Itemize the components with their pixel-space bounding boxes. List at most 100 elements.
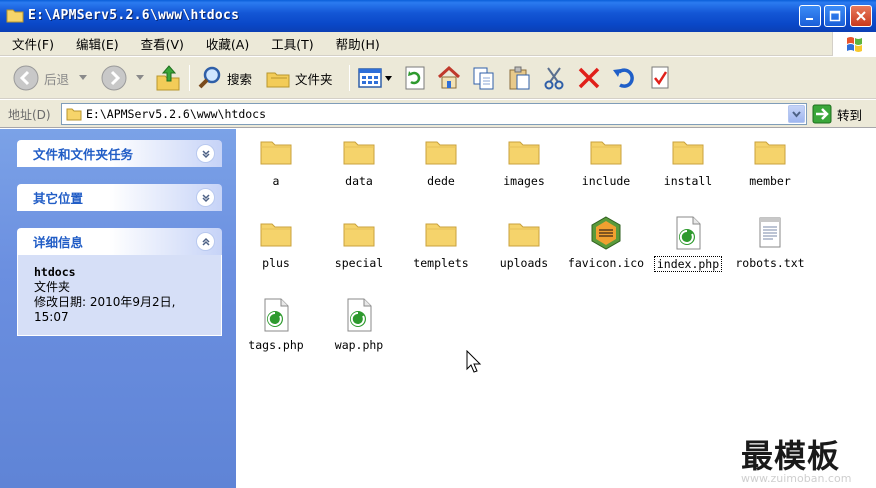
folder-icon	[343, 223, 375, 247]
file-item[interactable]: wap.php	[318, 297, 400, 352]
file-name: templets	[413, 256, 469, 270]
paste-icon	[509, 66, 530, 90]
php-file-icon	[676, 216, 701, 250]
php-file-icon	[347, 298, 372, 332]
file-item[interactable]: tags.php	[235, 297, 317, 352]
menu-file[interactable]: 文件(F)	[8, 32, 58, 55]
address-dropdown-button[interactable]	[788, 105, 805, 123]
details-body: htdocs 文件夹 修改日期: 2010年9月2日, 15:07	[17, 255, 222, 336]
panel-header[interactable]: 其它位置	[17, 184, 222, 211]
minimize-icon	[806, 18, 813, 20]
chevron-down-icon	[79, 75, 88, 80]
panel-title: 详细信息	[33, 235, 84, 250]
file-item[interactable]: install	[647, 133, 729, 188]
undo-icon	[613, 68, 634, 88]
maximize-icon	[829, 10, 841, 22]
task-pane: 文件和文件夹任务 其它位置 详细信息 htdocs 文件夹 修改日期: 2010…	[0, 129, 236, 488]
file-item[interactable]: index.php	[647, 215, 729, 272]
file-item[interactable]: dede	[400, 133, 482, 188]
file-item[interactable]: templets	[400, 215, 482, 270]
file-name: member	[749, 174, 791, 188]
up-folder-icon	[156, 65, 180, 91]
refresh-icon	[405, 66, 425, 90]
folder-icon	[508, 223, 540, 247]
file-name: favicon.ico	[567, 256, 645, 270]
address-input[interactable]: E:\APMServ5.2.6\www\htdocs	[61, 103, 807, 125]
forward-arrow-icon	[101, 65, 127, 91]
address-value: E:\APMServ5.2.6\www\htdocs	[86, 107, 267, 121]
panel-title: 文件和文件夹任务	[33, 147, 134, 162]
mouse-cursor-icon	[466, 350, 482, 373]
file-item[interactable]: favicon.ico	[565, 215, 647, 270]
file-item[interactable]: include	[565, 133, 647, 188]
paste-button[interactable]	[506, 62, 532, 94]
file-item[interactable]: plus	[235, 215, 317, 270]
refresh-button[interactable]	[403, 62, 427, 94]
undo-button[interactable]	[611, 62, 637, 94]
delete-x-icon	[578, 67, 600, 89]
file-name: dede	[427, 174, 455, 188]
file-item[interactable]: a	[235, 133, 317, 188]
file-name: install	[663, 174, 713, 188]
windows-flag-icon	[847, 37, 862, 52]
folder-icon	[672, 141, 704, 165]
file-name: plus	[262, 256, 290, 270]
menu-edit[interactable]: 编辑(E)	[72, 32, 123, 55]
file-item[interactable]: member	[729, 133, 811, 188]
file-name: robots.txt	[735, 256, 805, 270]
menu-view[interactable]: 查看(V)	[137, 32, 188, 55]
search-button[interactable]: 搜索	[197, 62, 252, 94]
file-item[interactable]: data	[318, 133, 400, 188]
copy-icon	[473, 67, 494, 90]
collapse-chevron-icon[interactable]	[196, 232, 215, 251]
expand-chevron-icon[interactable]	[196, 188, 215, 207]
details-name: htdocs	[34, 265, 76, 279]
file-item[interactable]: robots.txt	[729, 215, 811, 270]
properties-button[interactable]	[648, 62, 672, 94]
toolbar-separator	[349, 65, 350, 91]
panel-header[interactable]: 文件和文件夹任务	[17, 140, 222, 167]
close-button[interactable]	[850, 5, 872, 27]
details-type: 文件夹	[34, 280, 71, 294]
menu-help[interactable]: 帮助(H)	[332, 32, 384, 55]
folder-icon	[260, 141, 292, 165]
details-modified: 修改日期: 2010年9月2日, 15:07	[34, 295, 176, 324]
delete-button[interactable]	[576, 62, 602, 94]
folders-label: 文件夹	[295, 71, 333, 87]
menu-favorites[interactable]: 收藏(A)	[202, 32, 253, 55]
file-name: index.php	[653, 256, 723, 272]
chevron-down-icon	[136, 75, 144, 80]
chevron-down-icon	[792, 111, 801, 118]
copy-to-button[interactable]	[471, 62, 497, 94]
home-button[interactable]	[436, 62, 462, 94]
toolbar-separator	[189, 65, 190, 91]
watermark-url: www.zuimoban.com	[741, 472, 852, 485]
favicon-file-icon	[591, 216, 621, 250]
go-button[interactable]: 转到	[812, 104, 862, 124]
file-name: wap.php	[334, 338, 384, 352]
minimize-button[interactable]	[799, 5, 821, 27]
file-name: special	[334, 256, 384, 270]
file-item[interactable]: images	[483, 133, 565, 188]
menu-tools[interactable]: 工具(T)	[267, 32, 317, 55]
panel-header[interactable]: 详细信息	[17, 228, 222, 255]
views-button[interactable]	[357, 62, 392, 94]
up-folder-button[interactable]	[155, 62, 181, 94]
back-button[interactable]: 后退	[12, 62, 88, 94]
expand-chevron-icon[interactable]	[196, 144, 215, 163]
maximize-button[interactable]	[824, 5, 846, 27]
php-file-icon	[264, 298, 289, 332]
file-name: include	[581, 174, 631, 188]
file-item[interactable]: uploads	[483, 215, 565, 270]
file-folder-tasks-panel: 文件和文件夹任务	[17, 140, 222, 167]
folder-icon	[754, 141, 786, 165]
folder-icon	[260, 223, 292, 247]
address-bar: 地址(D) E:\APMServ5.2.6\www\htdocs 转到	[0, 100, 876, 128]
chevron-down-icon	[385, 75, 392, 81]
file-name: data	[345, 174, 373, 188]
forward-button[interactable]	[100, 62, 144, 94]
cut-button[interactable]	[541, 62, 567, 94]
folders-button[interactable]: 文件夹	[265, 62, 333, 94]
folder-icon	[6, 9, 24, 23]
file-item[interactable]: special	[318, 215, 400, 270]
